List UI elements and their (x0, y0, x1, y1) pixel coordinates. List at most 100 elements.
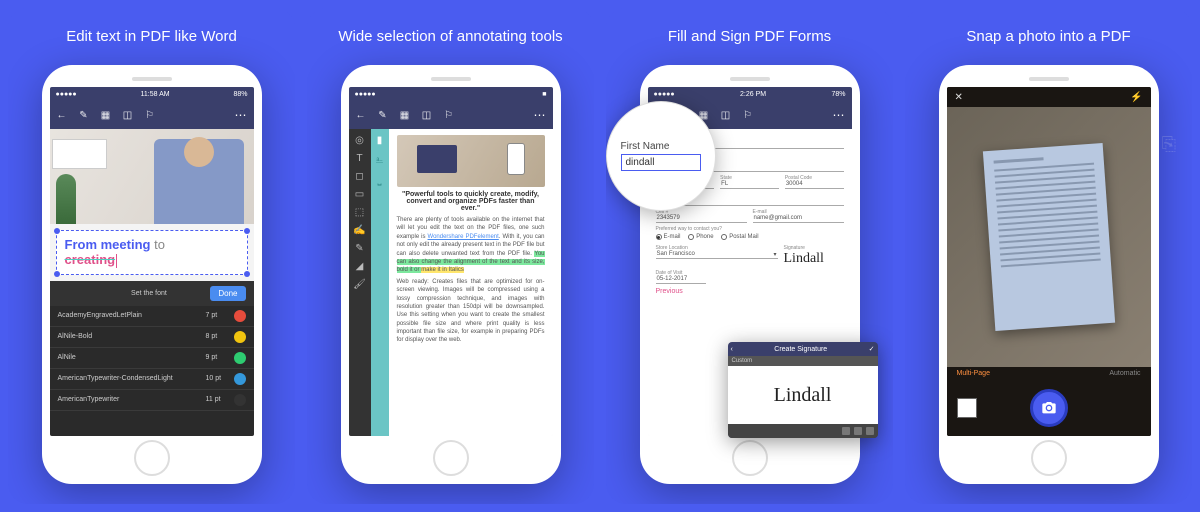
chevron-down-icon: ▾ (773, 251, 776, 258)
zoom-label: First Name (621, 141, 701, 152)
font-panel-title: Set the font (131, 290, 167, 297)
sign-tool-icon[interactable]: ✍ (353, 223, 367, 237)
more-icon[interactable]: ⋯ (534, 108, 547, 122)
eraser-icon[interactable]: ◢ (353, 259, 367, 273)
panel-camera: ⎘ Snap a photo into a PDF ✕ ⚡ (905, 8, 1192, 504)
bg-camera-icon: ⎘ (1162, 134, 1176, 155)
brush-icon[interactable]: 🖌 (353, 277, 367, 291)
font-row[interactable]: AmericanTypewriter11 pt (50, 390, 254, 411)
camera-icon (1041, 400, 1057, 416)
app-screen: ●●●●● 11:58 AM 88% ← ✎ ▦ ◫ ⚐ ⋯ (50, 87, 254, 436)
pen-tool-icon[interactable]: ✎ (353, 241, 367, 255)
home-button[interactable] (732, 440, 768, 476)
color-swatch[interactable] (234, 373, 246, 385)
email-field[interactable]: name@gmail.com (753, 215, 844, 223)
signature-popup: ‹ Create Signature ✓ Custom Lindall (728, 342, 878, 438)
radio-phone[interactable]: Phone (688, 234, 713, 240)
shape-tool-icon[interactable]: ◻ (353, 169, 367, 183)
view-icon[interactable]: ◫ (122, 109, 134, 121)
radio-email[interactable]: E-mail (656, 234, 681, 240)
home-button[interactable] (433, 440, 469, 476)
text-edit-selection[interactable]: From meeting to creating (56, 230, 248, 275)
view-icon[interactable]: ◫ (720, 109, 732, 121)
document-body[interactable]: "Powerful tools to quickly create, modif… (389, 129, 553, 436)
font-panel: Set the font Done AcademyEngravedLetPlai… (50, 281, 254, 436)
home-button[interactable] (134, 440, 170, 476)
bookmark-icon[interactable]: ⚐ (144, 109, 156, 121)
store-select[interactable]: San Francisco▾ (656, 251, 778, 259)
home-button[interactable] (1031, 440, 1067, 476)
font-row[interactable]: AlNile-Bold8 pt (50, 327, 254, 348)
edit-icon[interactable]: ✎ (78, 109, 90, 121)
doc-hero-image (397, 135, 545, 187)
more-icon[interactable]: ⋯ (235, 108, 248, 122)
popup-back-icon[interactable]: ‹ (731, 346, 733, 353)
pen-icon[interactable] (854, 427, 862, 435)
radio-mail[interactable]: Postal Mail (721, 234, 758, 240)
panel-title: Edit text in PDF like Word (66, 28, 237, 45)
edit-text-2: creating (65, 252, 116, 267)
doc-paragraph: Web ready: Creates files that are optimi… (397, 278, 545, 345)
underline-tool-icon[interactable]: ⎁ (373, 153, 387, 167)
app-toolbar: ← ✎ ▦ ◫ ⚐ ⋯ (349, 101, 553, 129)
color-swatch[interactable] (234, 394, 246, 406)
status-battery: 88% (233, 91, 247, 98)
zoom-input[interactable]: dindall (621, 154, 701, 171)
thumbnail[interactable] (957, 398, 977, 418)
doc-title: "Powerful tools to quickly create, modif… (397, 191, 545, 212)
strike-tool-icon[interactable]: ⎵ (373, 173, 387, 187)
edit-icon[interactable]: ✎ (377, 109, 389, 121)
cell-field[interactable]: 2343579 (656, 215, 747, 223)
previous-link[interactable]: Previous (656, 288, 844, 295)
more-icon[interactable]: ⋯ (833, 108, 846, 122)
doc-paragraph: There are plenty of tools available on t… (397, 216, 545, 275)
back-icon[interactable]: ← (56, 109, 68, 121)
app-screen: ●●●●●■ ← ✎ ▦ ◫ ⚐ ⋯ ◎ T ◻ ▭ ⬚ ✍ ✎ ◢ (349, 87, 553, 436)
mode-multi-page[interactable]: Multi-Page (957, 370, 990, 377)
stamp-tool-icon[interactable]: ⬚ (353, 205, 367, 219)
font-row[interactable]: AlNile9 pt (50, 348, 254, 369)
color-icon[interactable] (842, 427, 850, 435)
signature-field[interactable]: Lindall (784, 251, 844, 267)
date-field[interactable]: 05-12-2017 (656, 276, 706, 284)
camera-viewfinder[interactable] (947, 107, 1151, 367)
phone-mockup: ✕ ⚡ Multi-Page Automa (939, 65, 1159, 484)
phone-mockup: ●●●●●■ ← ✎ ▦ ◫ ⚐ ⋯ ◎ T ◻ ▭ ⬚ ✍ ✎ ◢ (341, 65, 561, 484)
grid-icon[interactable]: ▦ (100, 109, 112, 121)
popup-confirm-icon[interactable]: ✓ (869, 345, 875, 353)
panel-title: Fill and Sign PDF Forms (668, 28, 831, 45)
phone-mockup: ●●●●● 11:58 AM 88% ← ✎ ▦ ◫ ⚐ ⋯ (42, 65, 262, 484)
note-tool-icon[interactable]: ▭ (353, 187, 367, 201)
flash-icon[interactable]: ⚡ (1130, 92, 1142, 103)
signature-canvas[interactable]: Lindall (728, 366, 878, 424)
done-button[interactable]: Done (210, 286, 245, 301)
state-field[interactable]: FL (720, 181, 779, 189)
hero-image (50, 129, 254, 224)
edit-text-1a: From meeting (65, 237, 151, 252)
bookmark-icon[interactable]: ⚐ (443, 109, 455, 121)
status-bar: ●●●●● 2:26 PM 78% (648, 87, 852, 101)
panel-title: Wide selection of annotating tools (338, 28, 562, 45)
back-icon[interactable]: ← (355, 109, 367, 121)
color-swatch[interactable] (234, 310, 246, 322)
view-icon[interactable]: ◫ (421, 109, 433, 121)
camera-screen: ✕ ⚡ Multi-Page Automa (947, 87, 1151, 436)
font-row[interactable]: AcademyEngravedLetPlain7 pt (50, 306, 254, 327)
link[interactable]: Wondershare PDFelement (428, 234, 499, 240)
text-tool-icon[interactable]: T (353, 151, 367, 165)
mode-automatic[interactable]: Automatic (1109, 370, 1140, 377)
shutter-button[interactable] (1030, 389, 1068, 427)
grid-icon[interactable]: ▦ (399, 109, 411, 121)
highlight-yellow: make it in Italics (421, 267, 464, 273)
color-swatch[interactable] (234, 331, 246, 343)
bookmark-icon[interactable]: ⚐ (742, 109, 754, 121)
status-bar: ●●●●● 11:58 AM 88% (50, 87, 254, 101)
keyboard-icon[interactable] (866, 427, 874, 435)
color-swatch[interactable] (234, 352, 246, 364)
target-icon[interactable]: ◎ (353, 133, 367, 147)
app-toolbar: ← ✎ ▦ ◫ ⚐ ⋯ (50, 101, 254, 129)
close-icon[interactable]: ✕ (955, 92, 963, 103)
postal-field[interactable]: 30004 (785, 181, 844, 189)
highlight-tool-icon[interactable]: ▮ (373, 133, 387, 147)
font-row[interactable]: AmericanTypewriter-CondensedLight10 pt (50, 369, 254, 390)
